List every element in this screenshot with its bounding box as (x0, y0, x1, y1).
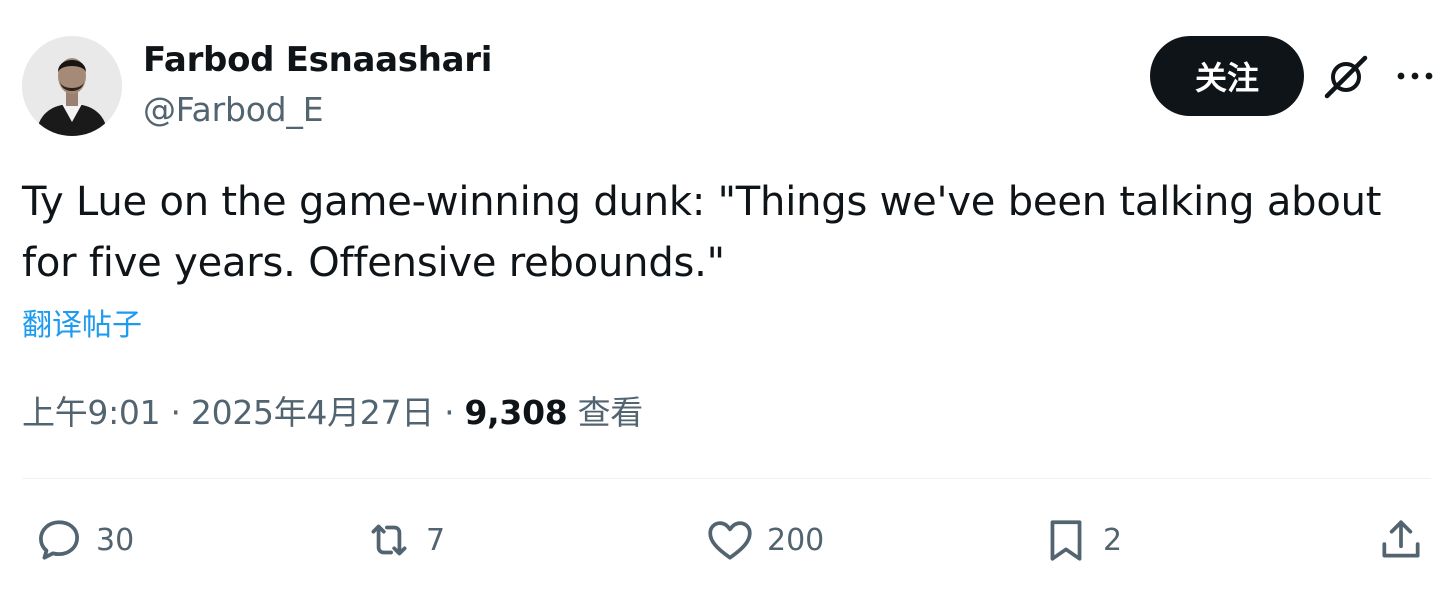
tweet-text: Ty Lue on the game-winning dunk: "Things… (22, 179, 1382, 286)
translate-post-link[interactable]: 翻译帖子 (22, 300, 142, 344)
tweet-time[interactable]: 上午9:01 (22, 393, 161, 432)
meta-separator: · (444, 393, 455, 432)
bookmark-icon (1050, 520, 1082, 561)
tweet-date[interactable]: 2025年4月27日 (191, 393, 434, 432)
reply-count: 30 (96, 522, 135, 558)
reply-button[interactable]: 30 (34, 510, 134, 570)
meta-separator: · (170, 393, 182, 432)
heart-icon (708, 521, 752, 560)
bookmark-button[interactable]: 2 (1041, 510, 1122, 570)
avatar[interactable] (22, 36, 122, 136)
retweet-button[interactable]: 7 (364, 510, 445, 570)
like-button[interactable]: 200 (705, 510, 824, 570)
reply-icon (39, 520, 79, 560)
tweet-metadata: 上午9:01 · 2025年4月27日 · 9,308 查看 (22, 386, 643, 434)
bookmark-count: 2 (1103, 522, 1123, 558)
more-icon[interactable] (1395, 66, 1435, 86)
share-button[interactable] (1376, 510, 1426, 570)
person-portrait-icon (22, 36, 122, 136)
grok-icon[interactable] (1322, 54, 1370, 100)
like-count: 200 (767, 522, 825, 558)
retweet-icon (371, 524, 407, 556)
follow-button[interactable]: 关注 (1150, 36, 1304, 116)
share-icon (1382, 520, 1420, 558)
divider (22, 478, 1431, 479)
retweet-count: 7 (426, 522, 446, 558)
views-label: 查看 (577, 393, 644, 432)
author-display-name[interactable]: Farbod Esnaashari (143, 40, 492, 80)
author-handle[interactable]: @Farbod_E (143, 90, 324, 129)
views-count: 9,308 (464, 393, 568, 432)
